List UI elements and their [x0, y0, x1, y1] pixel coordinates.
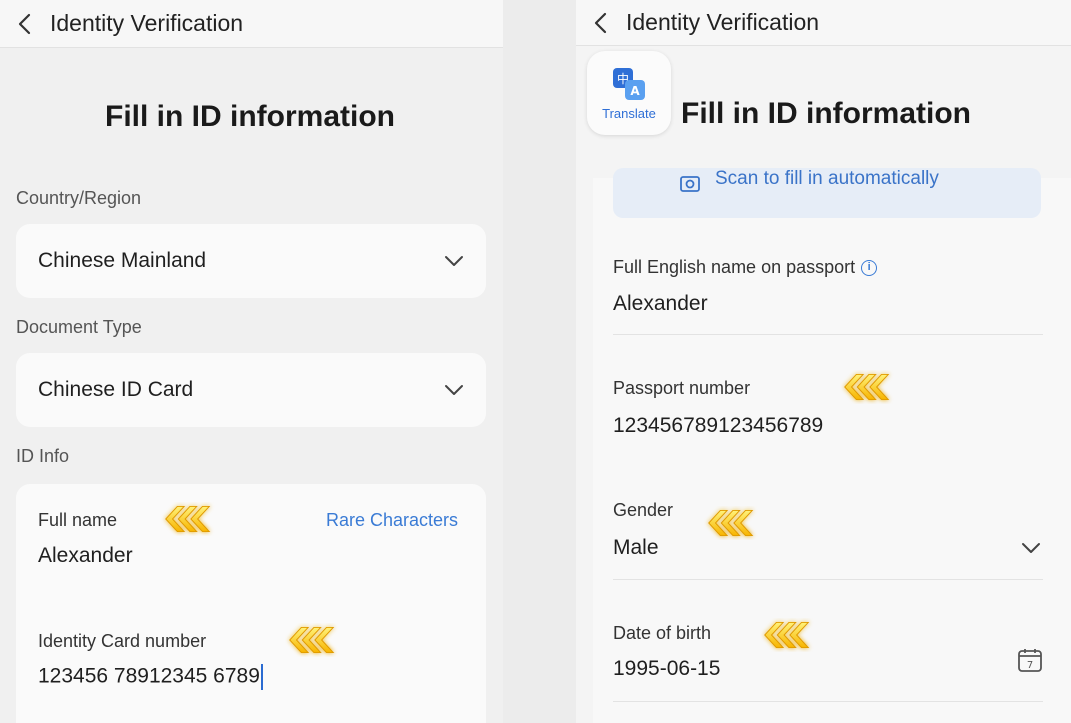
passport-number-label: Passport number	[613, 378, 751, 398]
panel-gap	[503, 0, 576, 723]
id-number-field[interactable]: 123456 78912345 6789	[38, 664, 263, 690]
form-heading: Fill in ID information	[681, 97, 971, 130]
country-select[interactable]: Chinese Mainland	[16, 224, 486, 298]
document-type-label: Document Type	[16, 317, 142, 337]
english-name-label-text: Full English name on passport	[613, 257, 856, 277]
info-icon[interactable]: i	[861, 260, 878, 277]
divider	[613, 701, 1043, 702]
svg-text:A: A	[630, 84, 640, 98]
triple-arrow-highlight-icon	[764, 621, 809, 649]
triple-arrow-highlight-icon	[165, 505, 210, 533]
document-type-value: Chinese ID Card	[38, 378, 194, 401]
text-cursor	[260, 664, 263, 690]
id-info-label: ID Info	[16, 446, 70, 466]
translate-icon: 中 A	[613, 67, 645, 100]
back-button[interactable]	[0, 0, 50, 48]
top-bar: Identity Verification	[576, 0, 1071, 46]
form-heading: Fill in ID information	[105, 100, 395, 133]
passport-form: Scan to fill in automatically Full Engli…	[593, 168, 1071, 723]
chevron-left-icon	[18, 13, 31, 34]
scan-fill-text: Scan to fill in automatically	[715, 168, 939, 189]
triple-arrow-highlight-icon	[708, 509, 753, 537]
id-number-label: Identity Card number	[38, 631, 207, 651]
right-screen: Identity Verification 中 A Translate Fill…	[576, 0, 1071, 723]
passport-number-field[interactable]: 123456789123456789	[613, 414, 823, 438]
rare-characters-link[interactable]: Rare Characters	[326, 510, 458, 531]
divider	[613, 579, 1043, 580]
dob-label: Date of birth	[613, 623, 712, 643]
gender-field[interactable]: Male	[613, 536, 659, 560]
country-value: Chinese Mainland	[38, 249, 207, 272]
svg-text:7: 7	[1027, 660, 1033, 671]
id-info-card: Full name Rare Characters Alexander Iden…	[16, 484, 486, 723]
document-type-select[interactable]: Chinese ID Card	[16, 353, 486, 427]
camera-icon	[680, 176, 700, 192]
back-button[interactable]	[576, 0, 626, 46]
chevron-down-icon[interactable]	[1021, 542, 1041, 554]
top-bar: Identity Verification	[0, 0, 503, 48]
english-name-label: Full English name on passport i	[613, 257, 878, 278]
english-name-field[interactable]: Alexander	[613, 292, 708, 316]
chevron-down-icon	[445, 256, 463, 266]
page-title: Identity Verification	[626, 9, 820, 35]
left-screen: Identity Verification Fill in ID informa…	[0, 0, 503, 723]
gender-label: Gender	[613, 500, 674, 520]
id-number-value: 123456 78912345 6789	[38, 664, 260, 688]
country-label: Country/Region	[16, 188, 142, 208]
triple-arrow-highlight-icon	[289, 626, 334, 654]
translate-button[interactable]: 中 A Translate	[587, 51, 671, 135]
page-title: Identity Verification	[50, 10, 244, 36]
chevron-left-icon	[594, 12, 607, 33]
chevron-down-icon	[445, 385, 463, 395]
full-name-field[interactable]: Alexander	[38, 544, 133, 568]
dob-field[interactable]: 1995-06-15	[613, 657, 720, 681]
calendar-icon[interactable]: 7	[1017, 647, 1043, 673]
scan-fill-button[interactable]: Scan to fill in automatically	[613, 168, 1041, 218]
translate-label: Translate	[602, 105, 656, 121]
divider	[613, 334, 1043, 335]
triple-arrow-highlight-icon	[844, 373, 889, 401]
full-name-label: Full name	[38, 510, 118, 530]
